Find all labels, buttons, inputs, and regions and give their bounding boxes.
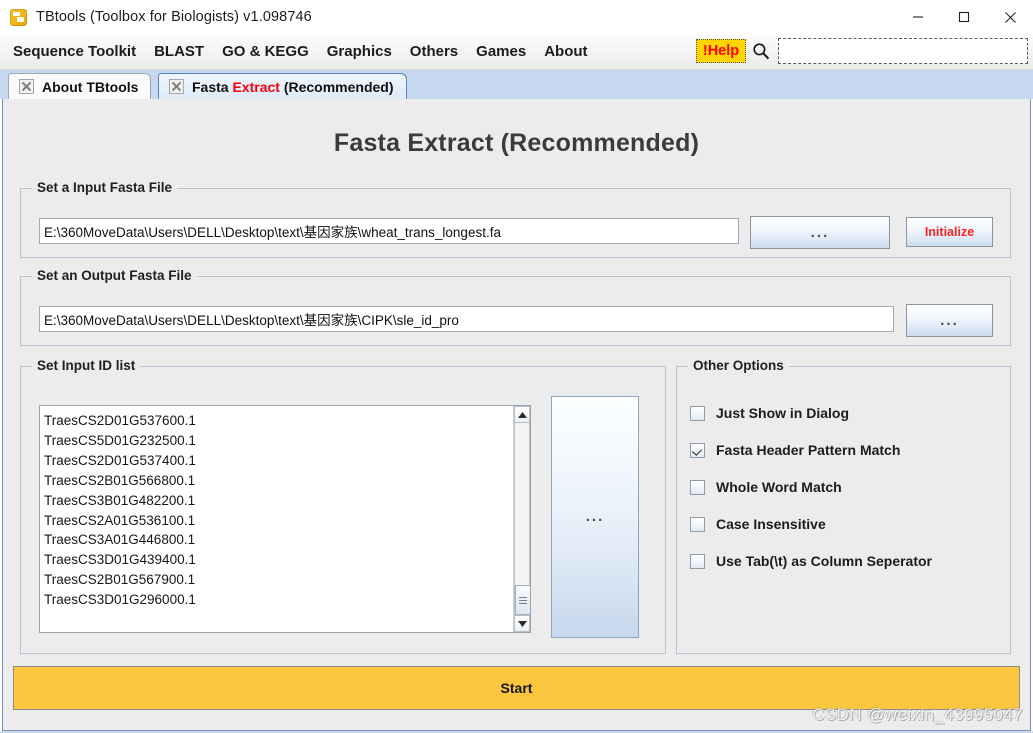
scroll-up-button[interactable] bbox=[514, 406, 530, 423]
option-label: Use Tab(\t) as Column Seperator bbox=[716, 553, 933, 569]
checkbox-checked-icon[interactable] bbox=[690, 442, 705, 458]
help-button[interactable]: !Help bbox=[696, 39, 746, 63]
list-item[interactable]: TraesCS3B01G482200.1 bbox=[42, 491, 513, 511]
search-field[interactable] bbox=[778, 38, 1028, 64]
browse-input-fasta-label: ... bbox=[810, 223, 830, 241]
tbtools-window: TBtools (Toolbox for Biologists) v1.0987… bbox=[0, 0, 1033, 733]
tab-label-part-highlight: Extract bbox=[232, 78, 280, 95]
search-input[interactable] bbox=[779, 39, 1027, 63]
tab-label-part-prefix: Fasta bbox=[192, 78, 233, 95]
browse-id-list-label: ... bbox=[585, 508, 605, 525]
menu-item-about[interactable]: About bbox=[535, 39, 596, 64]
id-list-scrollbar[interactable] bbox=[513, 406, 530, 632]
scroll-track[interactable] bbox=[514, 423, 530, 615]
grip-lines-icon bbox=[519, 597, 527, 604]
start-button[interactable]: Start bbox=[13, 666, 1020, 710]
checkbox-unchecked-icon[interactable] bbox=[690, 516, 705, 532]
browse-output-fasta-label: ... bbox=[940, 311, 959, 329]
tab-label-fasta-extract: Fasta Extract (Recommended) bbox=[192, 79, 394, 95]
input-id-list-group-title: Set Input ID list bbox=[32, 358, 141, 373]
menu-item-games[interactable]: Games bbox=[467, 39, 535, 64]
triangle-up-icon bbox=[517, 411, 527, 418]
other-options-group: Other Options Just Show in Dialog Fasta H… bbox=[676, 358, 1011, 654]
list-item[interactable]: TraesCS2D01G537400.1 bbox=[42, 451, 513, 471]
id-list-items: TraesCS2D01G537600.1 TraesCS5D01G232500.1… bbox=[40, 406, 513, 610]
browse-output-fasta-button[interactable]: ... bbox=[906, 304, 993, 337]
input-fasta-path-field[interactable] bbox=[39, 218, 739, 244]
menu-item-go-kegg[interactable]: GO & KEGG bbox=[213, 39, 318, 64]
list-item[interactable]: TraesCS5D01G232500.1 bbox=[42, 431, 513, 451]
option-row-1[interactable]: Fasta Header Pattern Match bbox=[690, 442, 900, 458]
scroll-down-button[interactable] bbox=[514, 615, 530, 632]
option-row-3[interactable]: Case Insensitive bbox=[690, 516, 826, 532]
tab-about-tbtools[interactable]: About TBtools bbox=[8, 73, 152, 99]
checkbox-unchecked-icon[interactable] bbox=[690, 405, 705, 421]
maximize-button[interactable] bbox=[941, 0, 987, 34]
option-row-4[interactable]: Use Tab(\t) as Column Seperator bbox=[690, 553, 932, 569]
page-title: Fasta Extract (Recommended) bbox=[333, 129, 700, 157]
tab-fasta-extract[interactable]: Fasta Extract (Recommended) bbox=[158, 73, 407, 99]
list-item[interactable]: TraesCS2D01G537600.1 bbox=[42, 411, 513, 431]
minimize-icon bbox=[913, 16, 923, 18]
checkbox-unchecked-icon[interactable] bbox=[690, 479, 705, 495]
menu-item-others[interactable]: Others bbox=[401, 39, 467, 64]
option-row-2[interactable]: Whole Word Match bbox=[690, 479, 842, 495]
menu-item-sequence-toolkit[interactable]: Sequence Toolkit bbox=[4, 39, 145, 64]
browse-id-list-button[interactable]: ... bbox=[551, 396, 639, 638]
browse-input-fasta-button[interactable]: ... bbox=[750, 216, 890, 249]
output-fasta-group-title: Set an Output Fasta File bbox=[32, 268, 197, 283]
maximize-icon bbox=[958, 11, 970, 23]
tab-label-part-suffix: (Recommended) bbox=[279, 78, 394, 95]
window-controls bbox=[895, 0, 1033, 34]
option-label: Whole Word Match bbox=[716, 479, 842, 495]
title-bar: TBtools (Toolbox for Biologists) v1.0987… bbox=[0, 0, 1033, 35]
menu-item-blast[interactable]: BLAST bbox=[145, 39, 213, 64]
option-row-0[interactable]: Just Show in Dialog bbox=[690, 405, 849, 421]
tab-close-icon[interactable] bbox=[19, 79, 34, 94]
list-item[interactable]: TraesCS2B01G566800.1 bbox=[42, 471, 513, 491]
minimize-button[interactable] bbox=[895, 0, 941, 34]
output-fasta-group: Set an Output Fasta File ... bbox=[20, 268, 1011, 346]
close-button[interactable] bbox=[987, 0, 1033, 34]
list-item[interactable]: TraesCS2B01G567900.1 bbox=[42, 570, 513, 590]
tab-close-icon[interactable] bbox=[169, 79, 184, 94]
title-bar-left: TBtools (Toolbox for Biologists) v1.0987… bbox=[10, 0, 312, 34]
tab-label-about: About TBtools bbox=[42, 78, 139, 95]
input-fasta-group-title: Set a Input Fasta File bbox=[32, 180, 178, 195]
list-item[interactable]: TraesCS3A01G446800.1 bbox=[42, 530, 513, 550]
option-label: Case Insensitive bbox=[716, 516, 826, 532]
output-fasta-path-field[interactable] bbox=[39, 306, 894, 332]
checkbox-unchecked-icon[interactable] bbox=[690, 553, 705, 569]
initialize-button[interactable]: Initialize bbox=[906, 217, 993, 247]
option-label: Just Show in Dialog bbox=[716, 405, 850, 421]
triangle-down-icon bbox=[517, 620, 527, 627]
id-list-box[interactable]: TraesCS2D01G537600.1 TraesCS5D01G232500.1… bbox=[39, 405, 531, 633]
menu-item-graphics[interactable]: Graphics bbox=[318, 39, 401, 64]
window-title: TBtools (Toolbox for Biologists) v1.0987… bbox=[36, 9, 312, 25]
option-label: Fasta Header Pattern Match bbox=[716, 442, 901, 458]
input-fasta-group: Set a Input Fasta File ... Initialize bbox=[20, 180, 1011, 258]
list-item[interactable]: TraesCS2A01G536100.1 bbox=[42, 511, 513, 531]
tab-strip: About TBtools Fasta Extract (Recommended… bbox=[0, 70, 1033, 99]
close-icon bbox=[1004, 11, 1016, 23]
magnifier-icon[interactable] bbox=[752, 42, 770, 60]
other-options-group-title: Other Options bbox=[688, 358, 789, 373]
toolbox-icon bbox=[10, 8, 27, 26]
list-item[interactable]: TraesCS3D01G296000.1 bbox=[42, 590, 513, 610]
list-item[interactable]: TraesCS3D01G439400.1 bbox=[42, 550, 513, 570]
scroll-thumb[interactable] bbox=[515, 585, 530, 615]
